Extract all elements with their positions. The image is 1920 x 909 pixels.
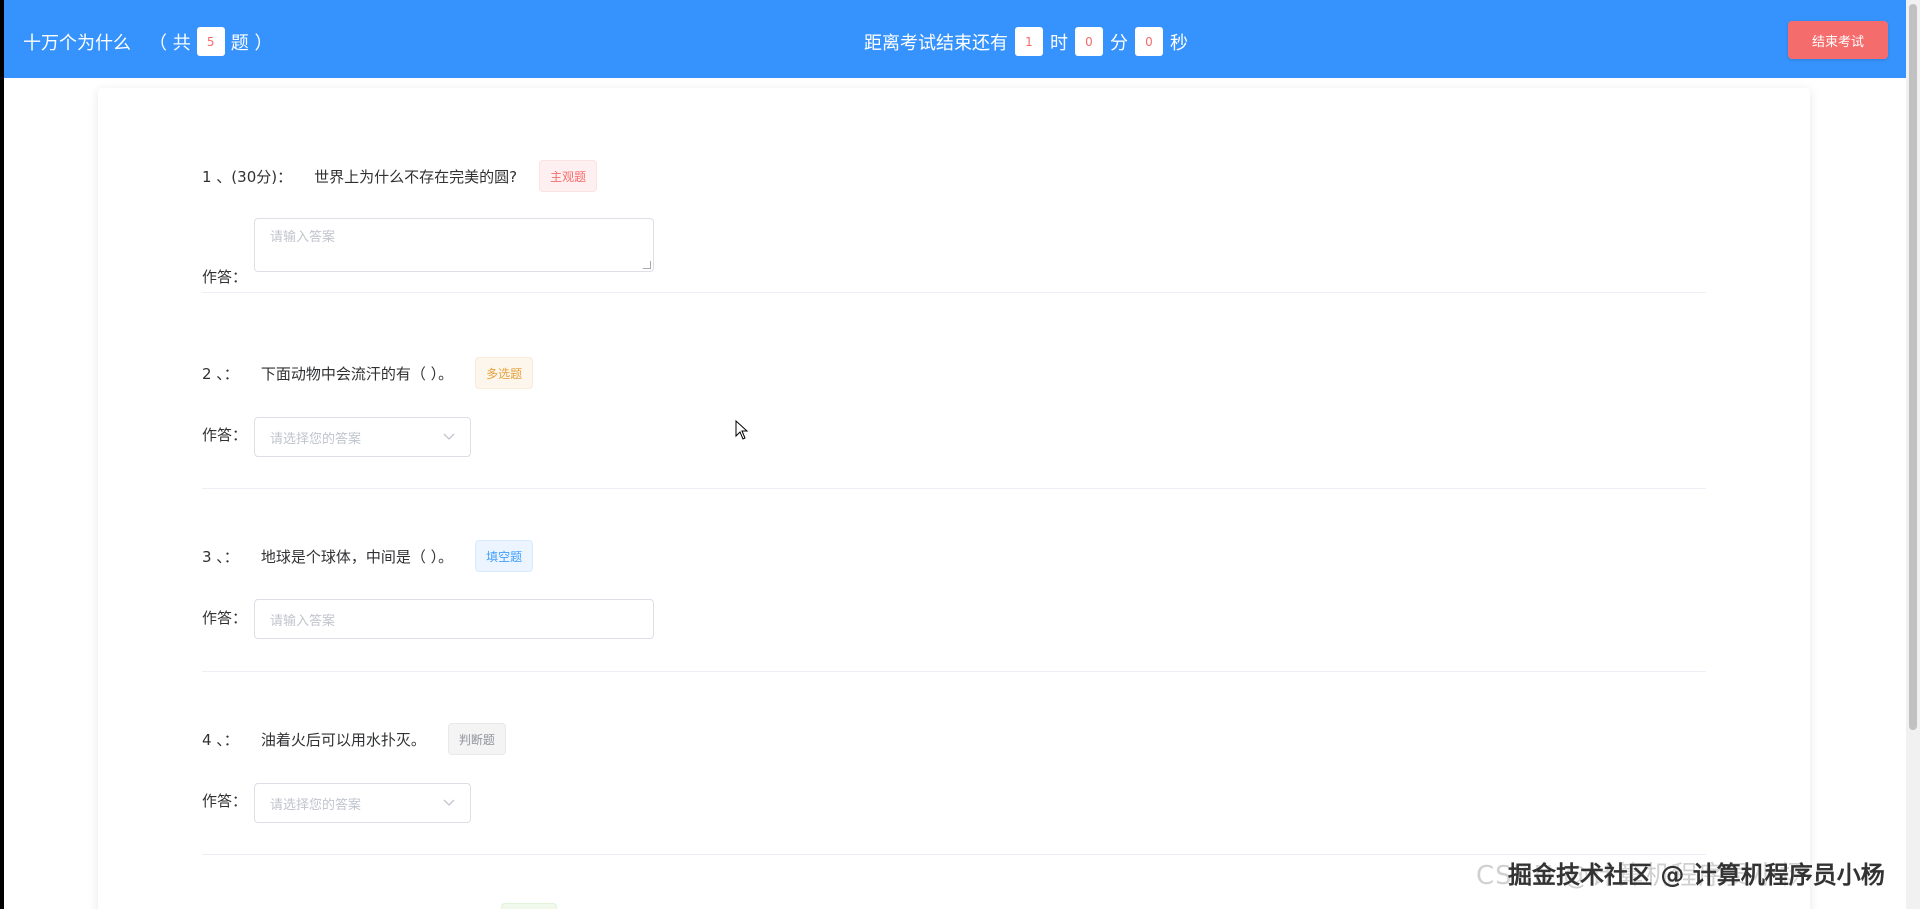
question-header: 1 、(30分)： 世界上为什么不存在完美的圆? 主观题 xyxy=(202,160,598,192)
chevron-down-icon xyxy=(443,430,455,444)
question-type-tag: 判断题 xyxy=(447,723,506,755)
question-number: 1 、(30分)： xyxy=(202,167,293,186)
question-text: 世界上为什么不存在完美的圆? xyxy=(314,167,518,186)
scrollbar-thumb[interactable] xyxy=(1909,4,1917,730)
timer-hours: 1 xyxy=(1015,27,1043,56)
timer-minutes-unit: 分 xyxy=(1110,32,1128,54)
exam-name: 十万个为什么 xyxy=(23,32,131,54)
question-divider xyxy=(202,671,1706,672)
timer-minutes: 0 xyxy=(1075,27,1103,56)
question-type-tag: 填空题 xyxy=(475,540,534,572)
answer-textarea[interactable]: 请输入答案 xyxy=(254,218,654,272)
answer-input[interactable]: 请输入答案 xyxy=(254,599,654,639)
answer-placeholder: 请输入答案 xyxy=(270,230,336,245)
answer-label: 作答： xyxy=(202,792,248,810)
countdown-timer: 距离考试结束还有 1 时 0 分 0 秒 xyxy=(864,27,1188,56)
question-text: 地球是个球体，中间是（ ）。 xyxy=(260,547,454,566)
exam-card: 1 、(30分)： 世界上为什么不存在完美的圆? 主观题 作答： 请输入答案 2… xyxy=(98,88,1810,909)
end-exam-button[interactable]: 结束考试 xyxy=(1788,21,1888,59)
select-placeholder: 请选择您的答案 xyxy=(270,431,362,447)
question-count: 5 xyxy=(196,27,225,56)
watermark: 掘金技术社区 @ 计算机程序员小杨 xyxy=(1508,861,1885,889)
chevron-down-icon xyxy=(443,796,455,810)
count-suffix: 题 ） xyxy=(230,32,273,54)
resize-handle-icon[interactable] xyxy=(643,261,651,269)
timer-seconds: 0 xyxy=(1135,27,1163,56)
input-placeholder: 请输入答案 xyxy=(270,613,336,629)
next-question-tag xyxy=(501,903,557,909)
answer-label: 作答： xyxy=(202,609,248,627)
page-scrollbar[interactable] xyxy=(1906,0,1920,909)
exam-title: 十万个为什么 （ 共 5 题 ） xyxy=(23,27,272,56)
mouse-cursor-icon xyxy=(735,419,749,444)
question-divider xyxy=(202,488,1706,489)
select-placeholder: 请选择您的答案 xyxy=(270,797,362,813)
question-header: 3 、： 地球是个球体，中间是（ ）。 填空题 xyxy=(202,540,534,572)
answer-select[interactable]: 请选择您的答案 xyxy=(254,417,471,457)
question-type-tag: 多选题 xyxy=(475,357,534,389)
question-text: 下面动物中会流汗的有（ ）。 xyxy=(260,364,454,383)
question-text: 油着火后可以用水扑灭。 xyxy=(260,730,426,749)
question-number: 4 、： xyxy=(202,730,239,749)
question-number: 3 、： xyxy=(202,547,239,566)
left-edge xyxy=(0,0,4,909)
question-number: 2 、： xyxy=(202,364,239,383)
count-prefix: （ 共 xyxy=(149,32,191,54)
question-type-tag: 主观题 xyxy=(539,160,598,192)
exam-header: 十万个为什么 （ 共 5 题 ） 距离考试结束还有 1 时 0 分 0 秒 结束… xyxy=(4,0,1906,78)
question-header: 4 、： 油着火后可以用水扑灭。 判断题 xyxy=(202,723,506,755)
question-divider xyxy=(202,292,1706,293)
answer-label: 作答： xyxy=(202,268,248,286)
answer-label: 作答： xyxy=(202,426,248,444)
timer-hours-unit: 时 xyxy=(1050,32,1068,54)
timer-label: 距离考试结束还有 xyxy=(864,32,1008,54)
question-header: 2 、： 下面动物中会流汗的有（ ）。 多选题 xyxy=(202,357,534,389)
timer-seconds-unit: 秒 xyxy=(1170,32,1188,54)
answer-select[interactable]: 请选择您的答案 xyxy=(254,783,471,823)
